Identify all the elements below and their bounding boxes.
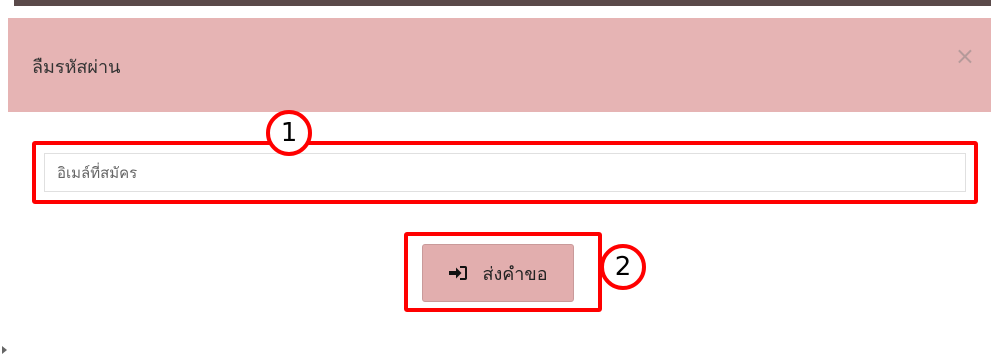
callout-2: 2 [600, 244, 646, 290]
corner-arrow-icon [2, 346, 7, 354]
submit-highlight-frame: ส่งคำขอ [404, 232, 602, 312]
top-divider [14, 0, 991, 6]
email-input[interactable] [44, 153, 966, 192]
callout-1: 1 [266, 110, 312, 156]
sign-in-icon [448, 264, 468, 282]
submit-request-label: ส่งคำขอ [482, 263, 548, 285]
close-button[interactable]: × [955, 44, 975, 68]
email-highlight-frame [32, 141, 978, 204]
modal-header [8, 18, 991, 112]
submit-request-button[interactable]: ส่งคำขอ [422, 244, 574, 302]
forgot-password-modal: ลืมรหัสผ่าน × 1 ส่งคำขอ 2 [0, 0, 991, 362]
modal-title: ลืมรหัสผ่าน [32, 57, 121, 78]
